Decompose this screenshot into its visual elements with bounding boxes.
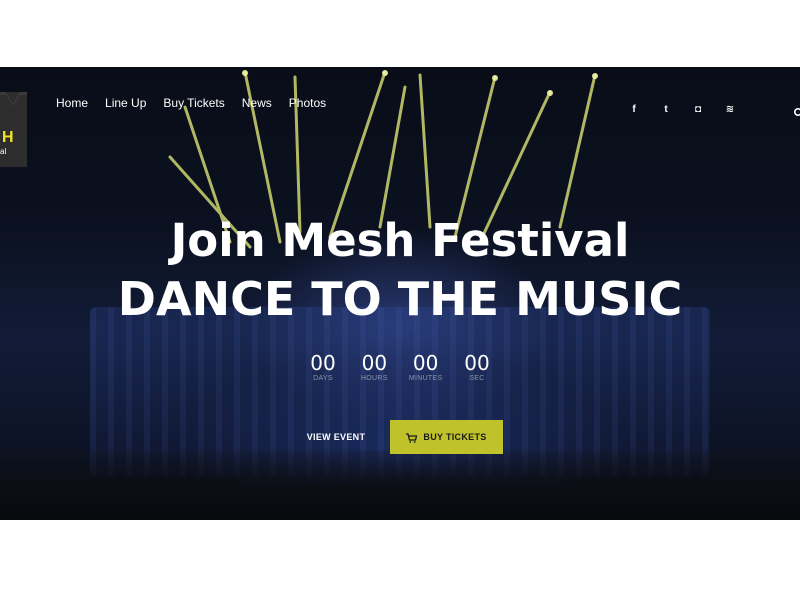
view-event-button[interactable]: VIEW EVENT [296, 424, 376, 450]
nav-item-buy-tickets[interactable]: Buy Tickets [163, 96, 224, 110]
countdown-minutes-label: MINUTES [408, 375, 443, 382]
facebook-icon[interactable]: f [628, 104, 640, 116]
countdown-hours-value: 00 [361, 351, 388, 375]
firework-streak [558, 73, 597, 229]
firework-streak [418, 73, 432, 229]
logo-letter: H [2, 129, 14, 146]
firework-streak [378, 85, 407, 229]
search-icon[interactable] [792, 108, 800, 118]
nav-item-news[interactable]: News [242, 96, 272, 110]
nav-item-line-up[interactable]: Line Up [105, 96, 146, 110]
site-logo[interactable]: H al [0, 92, 27, 167]
countdown-seconds-value: 00 [464, 351, 490, 375]
nav-item-photos[interactable]: Photos [289, 96, 326, 110]
buy-tickets-label: BUY TICKETS [423, 432, 487, 442]
countdown-hours-label: HOURS [360, 375, 388, 382]
logo-subtitle: al [0, 147, 7, 156]
firework-spark [242, 70, 248, 76]
nav-item-home[interactable]: Home [56, 96, 88, 110]
twitter-icon[interactable]: t [660, 104, 672, 116]
countdown-hours: 00 HOURS [351, 352, 397, 392]
countdown-days-label: DAYS [313, 375, 333, 382]
hero-headline: Join Mesh Festival DANCE TO THE MUSIC [0, 212, 800, 328]
hero-title-line2: DANCE TO THE MUSIC [117, 272, 683, 326]
cart-icon [406, 432, 418, 443]
buy-tickets-button[interactable]: BUY TICKETS [390, 420, 503, 454]
countdown-seconds: 00 SEC [454, 352, 500, 392]
firework-spark [382, 70, 388, 76]
countdown-days: 00 DAYS [300, 352, 346, 392]
spotify-icon[interactable]: ≋ [724, 104, 736, 116]
firework-spark [547, 90, 553, 96]
crowd-silhouette [0, 450, 800, 520]
countdown-seconds-label: SEC [469, 375, 485, 382]
countdown-minutes: 00 MINUTES [403, 352, 449, 392]
countdown-minutes-value: 00 [412, 351, 439, 375]
instagram-icon[interactable]: ◘ [692, 104, 704, 116]
social-links: f t ◘ ≋ [628, 104, 736, 116]
countdown-days-value: 00 [310, 351, 336, 375]
countdown-timer: 00 DAYS 00 HOURS 00 MINUTES 00 SEC [300, 352, 500, 392]
firework-spark [592, 73, 598, 79]
logo-mark-icon [0, 92, 27, 106]
hero-title-line1: Join Mesh Festival [170, 214, 630, 267]
firework-spark [492, 75, 498, 81]
main-nav: Home Line Up Buy Tickets News Photos [56, 96, 326, 110]
